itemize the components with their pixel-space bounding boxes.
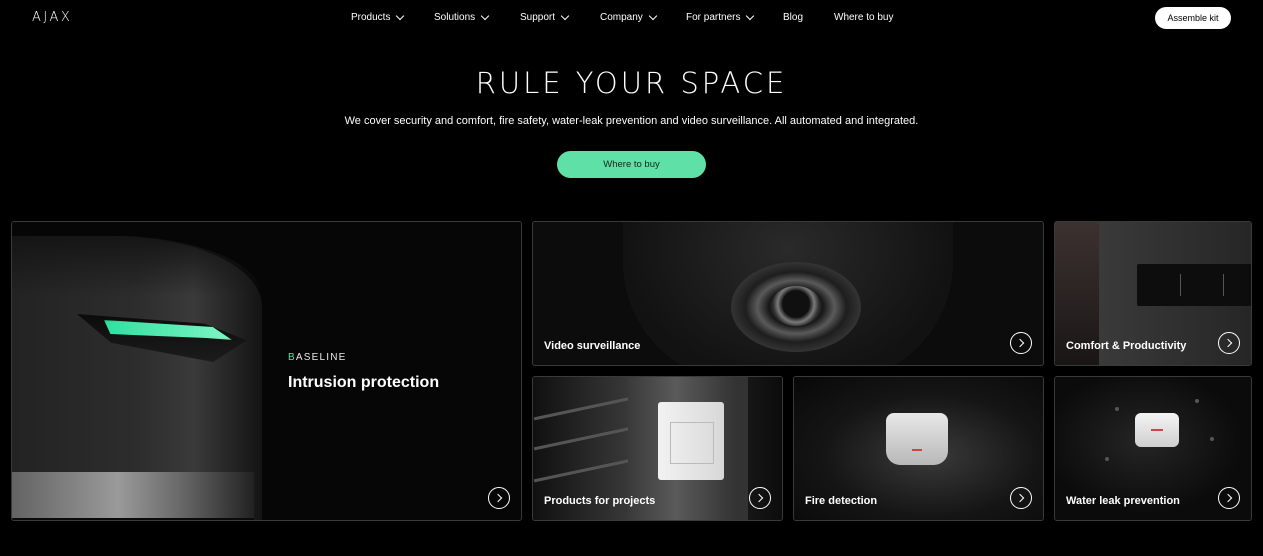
water-drop xyxy=(1195,399,1199,403)
nav-label: Support xyxy=(520,12,556,23)
main-nav: Products Solutions Support Company For p… xyxy=(351,11,893,23)
card-title: Intrusion protection xyxy=(288,374,440,391)
card-fire-detection[interactable]: Fire detection xyxy=(793,376,1044,521)
nav-label: Where to buy xyxy=(834,12,894,23)
water-drop xyxy=(1210,437,1214,441)
light-switch-image xyxy=(1137,264,1251,306)
chevron-down-icon xyxy=(746,11,755,21)
chevron-right-circle-icon[interactable] xyxy=(1010,332,1032,354)
nav-label: Products xyxy=(351,12,391,23)
card-title: Fire detection xyxy=(805,495,878,507)
nav-label: Blog xyxy=(783,12,804,23)
leak-detector-image xyxy=(1135,413,1179,447)
hero-subtitle: We cover security and comfort, fire safe… xyxy=(344,115,919,127)
baseline-brand: BASELINE xyxy=(288,352,347,363)
nav-item-support[interactable]: Support xyxy=(520,11,600,23)
chevron-right-circle-icon[interactable] xyxy=(1218,332,1240,354)
card-comfort-productivity[interactable]: Comfort & Productivity xyxy=(1054,221,1252,366)
chevron-down-icon xyxy=(396,11,405,21)
nav-item-company[interactable]: Company xyxy=(600,11,686,23)
ajax-logo[interactable]: AJAX xyxy=(32,10,72,25)
card-products-for-projects[interactable]: Products for projects xyxy=(532,376,783,521)
motion-detector-edge xyxy=(12,518,254,520)
card-water-leak-prevention[interactable]: Water leak prevention xyxy=(1054,376,1252,521)
site-header: AJAX Products Solutions Support Company … xyxy=(0,0,1263,36)
camera-lens xyxy=(771,286,821,326)
chevron-down-icon xyxy=(480,11,490,21)
motion-detector-base xyxy=(12,472,254,520)
card-video-surveillance[interactable]: Video surveillance xyxy=(532,221,1044,366)
nav-item-products[interactable]: Products xyxy=(351,11,434,23)
chevron-down-icon xyxy=(648,11,658,21)
hub-device-image xyxy=(658,402,724,480)
fire-detector-image xyxy=(886,413,948,465)
card-title: Water leak prevention xyxy=(1066,495,1180,507)
water-drop xyxy=(1105,457,1109,461)
baseline-brand-initial: B xyxy=(288,352,296,363)
where-to-buy-button[interactable]: Where to buy xyxy=(557,151,706,178)
nav-item-solutions[interactable]: Solutions xyxy=(434,11,520,23)
water-drop xyxy=(1115,407,1119,411)
baseline-brand-rest: ASELINE xyxy=(295,352,347,363)
nav-item-where-to-buy[interactable]: Where to buy xyxy=(834,12,893,23)
nav-item-blog[interactable]: Blog xyxy=(783,12,834,23)
chevron-right-circle-icon[interactable] xyxy=(488,487,510,509)
nav-label: Company xyxy=(600,12,643,23)
chevron-right-circle-icon[interactable] xyxy=(749,487,771,509)
nav-item-for-partners[interactable]: For partners xyxy=(686,11,783,23)
chevron-down-icon xyxy=(560,11,570,21)
nav-label: Solutions xyxy=(434,12,476,23)
card-title: Video surveillance xyxy=(544,340,641,352)
hero-title: RULE YOUR SPACE xyxy=(475,66,788,100)
card-title: Products for projects xyxy=(544,495,656,507)
nav-label: For partners xyxy=(686,12,741,23)
card-title: Comfort & Productivity xyxy=(1066,340,1187,352)
assemble-kit-button[interactable]: Assemble kit xyxy=(1155,7,1231,29)
card-intrusion-protection[interactable]: BASELINE Intrusion protection xyxy=(11,221,522,521)
chevron-right-circle-icon[interactable] xyxy=(1010,487,1032,509)
chevron-right-circle-icon[interactable] xyxy=(1218,487,1240,509)
